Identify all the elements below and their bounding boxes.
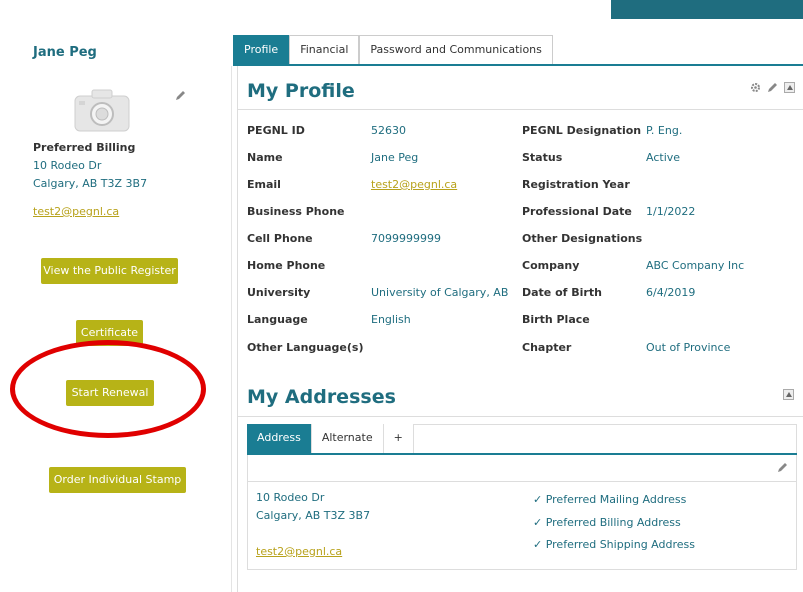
field-value-pegnl-id: 52630 [371,124,406,137]
edit-photo-icon[interactable] [175,90,186,101]
tab-password-communications[interactable]: Password and Communications [359,35,553,65]
field-value-cell-phone: 7099999999 [371,232,441,245]
field-value-name: Jane Peg [371,151,419,164]
column-divider [231,66,232,592]
address-line2: Calgary, AB T3Z 3B7 [256,509,371,522]
order-individual-stamp-button[interactable]: Order Individual Stamp [49,467,186,493]
field-value-company: ABC Company Inc [646,259,745,272]
field-label-business-phone: Business Phone [247,205,345,218]
billing-address-line1: 10 Rodeo Dr [33,159,102,172]
tab-alternate[interactable]: Alternate [311,424,384,453]
sidebar-email-link[interactable]: test2@pegnl.ca [33,205,119,218]
field-label-professional-date: Professional Date [522,205,632,218]
collapse-addresses-icon[interactable] [783,389,794,400]
tab-profile[interactable]: Profile [233,35,290,65]
field-label-date-of-birth: Date of Birth [522,286,602,299]
billing-address-line2: Calgary, AB T3Z 3B7 [33,177,148,190]
view-public-register-button[interactable]: View the Public Register [41,258,178,284]
field-value-university: University of Calgary, AB [371,286,509,299]
preferred-billing-label: Preferred Billing [33,141,136,154]
gear-icon[interactable] [750,82,761,93]
field-label-email: Email [247,178,281,191]
field-value-pegnl-designation: P. Eng. [646,124,683,137]
my-addresses-title: My Addresses [247,386,396,408]
field-value-chapter: Out of Province [646,341,731,354]
field-label-other-languages: Other Language(s) [247,341,364,354]
my-profile-title: My Profile [247,80,355,102]
field-value-status: Active [646,151,681,164]
profile-tools [750,82,795,93]
camera-icon[interactable] [74,88,130,132]
edit-profile-icon[interactable] [767,82,778,93]
field-label-home-phone: Home Phone [247,259,326,272]
field-label-status: Status [522,151,563,164]
user-name: Jane Peg [33,45,97,60]
edit-address-icon[interactable] [777,462,788,473]
addresses-divider [238,416,803,417]
preferred-shipping-address: ✓ Preferred Shipping Address [533,538,695,551]
field-label-company: Company [522,259,580,272]
profile-divider [238,109,803,110]
field-value-language: English [371,313,411,326]
field-label-cell-phone: Cell Phone [247,232,313,245]
sidebar: Jane Peg Preferred Billing 10 Rodeo Dr C… [0,0,230,592]
field-value-date-of-birth: 6/4/2019 [646,286,696,299]
address-tabs: Address Alternate + [247,424,414,453]
address-line1: 10 Rodeo Dr [256,491,325,504]
address-tab-underline [247,453,797,455]
field-label-language: Language [247,313,308,326]
field-value-email[interactable]: test2@pegnl.ca [371,178,457,191]
field-label-other-designations: Other Designations [522,232,643,245]
preferred-mailing-address: ✓ Preferred Mailing Address [533,493,687,506]
field-label-birth-place: Birth Place [522,313,590,326]
collapse-profile-icon[interactable] [784,82,795,93]
tab-address[interactable]: Address [247,424,312,453]
main-tabs: Profile Financial Password and Communica… [233,35,553,65]
preferred-billing-address: ✓ Preferred Billing Address [533,516,681,529]
tab-financial[interactable]: Financial [289,35,360,65]
start-renewal-button[interactable]: Start Renewal [66,380,154,406]
field-label-registration-year: Registration Year [522,178,630,191]
address-inner-divider [248,481,796,482]
address-email-link[interactable]: test2@pegnl.ca [256,545,342,558]
field-label-pegnl-id: PEGNL ID [247,124,305,137]
add-address-tab[interactable]: + [383,424,414,453]
field-label-university: University [247,286,311,299]
top-bar [611,0,803,19]
field-label-chapter: Chapter [522,341,572,354]
field-label-name: Name [247,151,283,164]
field-label-pegnl-designation: PEGNL Designation [522,124,642,137]
field-value-professional-date: 1/1/2022 [646,205,696,218]
